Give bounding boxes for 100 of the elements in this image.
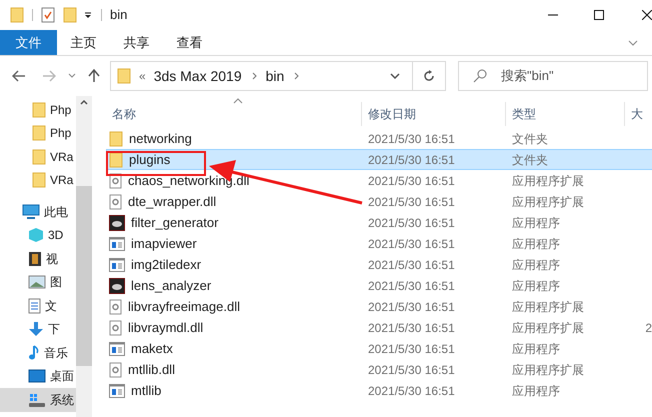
folder-icon bbox=[109, 130, 123, 146]
new-folder-icon bbox=[63, 7, 77, 23]
app-icon bbox=[109, 278, 125, 294]
gear-file-icon bbox=[109, 320, 122, 336]
file-name: imapviewer bbox=[131, 234, 197, 253]
nav-item[interactable]: VRa bbox=[0, 145, 76, 168]
window-icon bbox=[109, 258, 125, 272]
file-row[interactable]: libvraymdl.dll 2021/5/30 16:51 应用程序扩展 2 bbox=[106, 317, 652, 338]
desktop-icon bbox=[28, 369, 46, 384]
column-header[interactable]: 修改日期 bbox=[368, 105, 416, 123]
file-row[interactable]: mtllib.dll 2021/5/30 16:51 应用程序扩展 bbox=[106, 359, 652, 380]
nav-item[interactable]: 图 bbox=[0, 270, 76, 294]
folder-icon bbox=[117, 68, 131, 84]
file-row[interactable]: plugins 2021/5/30 16:51 文件夹 bbox=[106, 149, 652, 170]
breadcrumb[interactable]: bin bbox=[266, 66, 284, 86]
file-row[interactable]: maketx 2021/5/30 16:51 应用程序 bbox=[106, 338, 652, 359]
search-placeholder: 搜索"bin" bbox=[501, 67, 554, 86]
cube-icon bbox=[28, 227, 44, 244]
back-arrow-icon[interactable] bbox=[12, 70, 26, 82]
nav-item[interactable]: 文 bbox=[0, 294, 76, 318]
date-cell-text: 2021/5/30 16:51 bbox=[367, 194, 456, 210]
folder-icon bbox=[32, 102, 46, 118]
dropdown-chevron-icon[interactable] bbox=[390, 73, 400, 79]
date-cell-text: 2021/5/30 16:51 bbox=[367, 362, 456, 378]
nav-item[interactable]: 音乐 bbox=[0, 341, 76, 364]
file-row[interactable]: dte_wrapper.dll 2021/5/30 16:51 应用程序扩展 bbox=[106, 191, 652, 212]
chevron-icon[interactable] bbox=[252, 72, 258, 80]
file-name: lens_analyzer bbox=[131, 276, 212, 295]
ribbon-tab[interactable]: 查看 bbox=[163, 30, 216, 55]
address-bar[interactable]: « 3ds Max 2019 bin bbox=[110, 61, 446, 91]
app-icon bbox=[109, 214, 125, 230]
file-row[interactable]: lens_analyzer 2021/5/30 16:51 应用程序 bbox=[106, 275, 652, 296]
scrollbar-thumb[interactable] bbox=[76, 186, 92, 366]
ribbon-tab[interactable]: 共享 bbox=[110, 30, 163, 55]
column-header[interactable]: 类型 bbox=[512, 105, 536, 123]
file-row[interactable]: imapviewer 2021/5/30 16:51 应用程序 bbox=[106, 233, 652, 254]
file-row[interactable]: mtllib 2021/5/30 16:51 应用程序 bbox=[106, 380, 652, 401]
type-cell-text: 文件夹 bbox=[511, 152, 549, 168]
folder-icon bbox=[109, 152, 123, 168]
maximize-icon bbox=[594, 10, 604, 20]
search-field[interactable]: 搜索"bin" bbox=[458, 61, 648, 91]
date-cell-text: 2021/5/30 16:51 bbox=[367, 214, 456, 232]
gear-file-icon bbox=[109, 362, 122, 378]
refresh-icon[interactable] bbox=[423, 70, 435, 82]
date-cell-text: 2021/5/30 16:51 bbox=[367, 236, 456, 252]
date-cell-text: 2021/5/30 16:51 bbox=[367, 320, 456, 336]
recent-chevron-icon[interactable] bbox=[68, 73, 76, 79]
type-cell-text: 应用程序扩展 bbox=[511, 298, 585, 316]
nav-item[interactable]: 3D bbox=[0, 224, 76, 247]
document-icon bbox=[28, 298, 41, 314]
chevron-icon[interactable] bbox=[294, 72, 300, 80]
type-cell-text: 应用程序扩展 bbox=[511, 362, 585, 378]
file-name: mtllib.dll bbox=[128, 360, 175, 379]
date-cell-text: 2021/5/30 16:51 bbox=[367, 172, 456, 190]
window-icon bbox=[109, 384, 125, 398]
nav-item[interactable]: Php bbox=[0, 122, 76, 145]
scrollbar[interactable] bbox=[76, 96, 92, 417]
file-name: img2tiledexr bbox=[131, 256, 202, 274]
file-name: maketx bbox=[131, 340, 173, 358]
file-row[interactable]: filter_generator 2021/5/30 16:51 应用程序 bbox=[106, 212, 652, 233]
image-icon bbox=[28, 275, 46, 290]
file-row[interactable]: chaos_networking.dll 2021/5/30 16:51 应用程序扩展 bbox=[106, 170, 652, 191]
column-header[interactable]: 名称 bbox=[112, 105, 136, 123]
breadcrumb[interactable]: 3ds Max 2019 bbox=[154, 66, 242, 86]
nav-item[interactable]: 系统 bbox=[0, 388, 76, 412]
nav-item[interactable]: Php bbox=[0, 98, 76, 122]
date-cell-text: 2021/5/30 16:51 bbox=[367, 298, 456, 316]
folder-icon bbox=[10, 7, 24, 23]
properties-icon[interactable] bbox=[41, 7, 55, 23]
nav-item[interactable]: 视 bbox=[0, 247, 76, 270]
type-cell-text: 应用程序扩展 bbox=[511, 172, 585, 190]
overflow-chevron[interactable]: « bbox=[139, 67, 146, 85]
ribbon-tab[interactable]: 文件 bbox=[0, 30, 57, 55]
nav-item[interactable]: 桌面 bbox=[0, 364, 76, 388]
date-cell-text: 2021/5/30 16:51 bbox=[367, 152, 456, 168]
file-name: libvrayfreeimage.dll bbox=[128, 298, 240, 316]
monitor-icon bbox=[22, 204, 40, 220]
ribbon-tab[interactable]: 主页 bbox=[57, 30, 110, 55]
nav-item[interactable]: 此电 bbox=[0, 200, 76, 224]
file-name: filter_generator bbox=[131, 214, 218, 232]
film-icon bbox=[28, 250, 42, 267]
file-name: mtllib bbox=[131, 382, 162, 400]
dropdown-icon[interactable] bbox=[83, 10, 93, 20]
expand-ribbon-icon[interactable] bbox=[628, 40, 638, 46]
file-row[interactable]: img2tiledexr 2021/5/30 16:51 应用程序 bbox=[106, 254, 652, 275]
close-icon bbox=[642, 10, 652, 20]
file-row[interactable]: libvrayfreeimage.dll 2021/5/30 16:51 应用程序扩展 bbox=[106, 296, 652, 317]
type-cell-text: 应用程序扩展 bbox=[511, 320, 585, 336]
nav-item[interactable]: 下 bbox=[0, 318, 76, 341]
file-row[interactable]: networking 2021/5/30 16:51 文件夹 bbox=[106, 128, 652, 149]
type-cell-text: 文件夹 bbox=[511, 130, 549, 148]
date-cell-text: 2021/5/30 16:51 bbox=[367, 340, 456, 358]
gear-file-icon bbox=[109, 194, 122, 210]
column-header[interactable]: 大 bbox=[631, 105, 643, 123]
date-cell-text: 2021/5/30 16:51 bbox=[367, 256, 456, 274]
window-title: bin bbox=[110, 6, 128, 24]
up-arrow-icon[interactable] bbox=[88, 69, 100, 83]
type-cell-text: 应用程序 bbox=[511, 340, 561, 358]
nav-item[interactable]: VRa bbox=[0, 168, 76, 192]
window-icon bbox=[109, 342, 125, 356]
